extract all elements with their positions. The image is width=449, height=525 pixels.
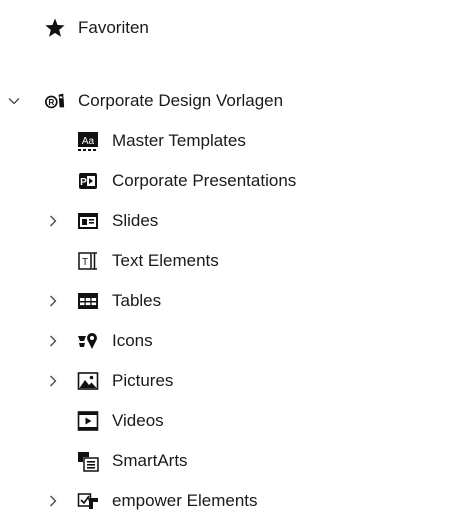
tree-item-corporate-presentations[interactable]: P Corporate Presentations — [0, 161, 449, 201]
tree-item-smartarts[interactable]: SmartArts — [0, 441, 449, 481]
svg-text:T: T — [82, 257, 88, 268]
svg-text:Aa: Aa — [82, 136, 95, 147]
video-icon — [77, 410, 99, 432]
tree-item-label: Pictures — [112, 371, 174, 390]
chevron-right-icon[interactable] — [45, 293, 61, 309]
empower-elements-icon — [77, 490, 99, 512]
chevron-right-icon[interactable] — [45, 373, 61, 389]
tree-item-empower-elements[interactable]: empower Elements — [0, 481, 449, 521]
tree-item-label: Corporate Presentations — [112, 171, 297, 190]
smartart-icon — [77, 450, 99, 472]
chevron-right-icon[interactable] — [45, 493, 61, 509]
master-templates-icon: Aa — [77, 130, 99, 152]
svg-text:P: P — [80, 177, 87, 188]
tree-item-label: Text Elements — [112, 251, 219, 270]
tree-item-label: Master Templates — [112, 131, 246, 150]
text-elements-icon: T — [77, 250, 99, 272]
slides-icon — [77, 210, 99, 232]
chevron-right-icon[interactable] — [45, 213, 61, 229]
tree-item-master-templates[interactable]: Aa Master Templates — [0, 121, 449, 161]
tree-item-label: Favoriten — [78, 18, 149, 37]
star-icon — [44, 17, 66, 39]
tree-item-label: Slides — [112, 211, 159, 230]
tree-item-label: Videos — [112, 411, 164, 430]
tree-item-pictures[interactable]: Pictures — [0, 361, 449, 401]
icons-icon — [77, 330, 99, 352]
tree-item-favoriten[interactable]: Favoriten — [0, 8, 449, 48]
tree-item-corporate-design-vorlagen[interactable]: R Corporate Design Vorlagen — [0, 81, 449, 121]
table-icon — [77, 290, 99, 312]
tree-item-label: Corporate Design Vorlagen — [78, 91, 284, 110]
tree-item-slides[interactable]: Slides — [0, 201, 449, 241]
tree-item-label: Tables — [112, 291, 162, 310]
tree-item-label: Icons — [112, 331, 153, 350]
chevron-right-icon[interactable] — [45, 333, 61, 349]
tree-item-label: empower Elements — [112, 491, 258, 510]
tree-item-icons[interactable]: Icons — [0, 321, 449, 361]
presentation-icon: P — [77, 170, 99, 192]
corporate-design-icon: R — [44, 90, 66, 112]
tree-item-text-elements[interactable]: T Text Elements — [0, 241, 449, 281]
tree-item-label: SmartArts — [112, 451, 188, 470]
picture-icon — [77, 370, 99, 392]
tree-item-videos[interactable]: Videos — [0, 401, 449, 441]
tree-item-tables[interactable]: Tables — [0, 281, 449, 321]
svg-text:R: R — [48, 98, 54, 107]
chevron-down-icon[interactable] — [6, 93, 22, 109]
